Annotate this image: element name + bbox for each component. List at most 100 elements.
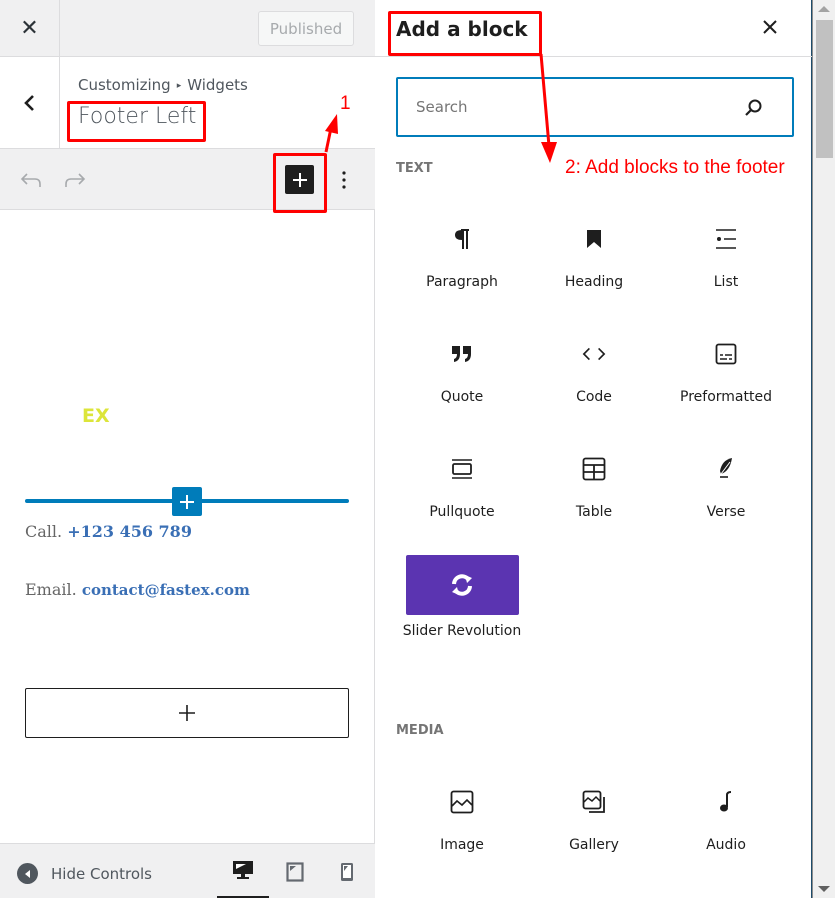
redo-button[interactable] [62, 167, 88, 193]
block-inserter-panel: Add a block TEXT Paragraph Heading List … [375, 0, 812, 898]
code-icon [582, 342, 606, 366]
block-label: List [713, 274, 739, 290]
breadcrumb: Customizing ▸ Widgets [78, 76, 248, 94]
close-inserter-button[interactable] [757, 14, 783, 40]
tablet-icon [286, 861, 304, 882]
block-label: Heading [564, 274, 624, 290]
insertion-point-add-button[interactable] [172, 487, 202, 516]
back-button[interactable] [0, 57, 60, 149]
paragraph-icon [450, 227, 474, 251]
pullquote-icon [450, 457, 474, 481]
search-input[interactable] [416, 93, 716, 121]
device-mobile-button[interactable] [321, 844, 373, 898]
feather-icon [714, 457, 738, 481]
gallery-icon [582, 790, 606, 814]
block-paragraph[interactable]: Paragraph [396, 210, 528, 325]
block-label: Image [440, 837, 484, 853]
customizer-panel: ✕ Published Customizing ▸ Widgets Footer L… [0, 0, 375, 898]
category-heading-media: MEDIA [396, 723, 444, 738]
block-code[interactable]: Code [528, 325, 660, 440]
close-customizer-button[interactable]: ✕ [0, 0, 60, 57]
breadcrumb-item: Customizing [78, 76, 171, 94]
undo-icon [20, 173, 41, 187]
block-audio[interactable]: Audio [660, 773, 792, 888]
media-blocks-grid: Image Gallery Audio [396, 773, 794, 888]
options-button[interactable] [333, 166, 355, 194]
phone-link[interactable]: +123 456 789 [67, 522, 192, 541]
scroll-down-arrow-icon[interactable] [818, 886, 830, 892]
block-toolbar [0, 149, 375, 210]
block-label: Quote [440, 389, 484, 405]
block-slider-revolution[interactable]: Slider Revolution [396, 555, 528, 670]
customizer-header: ✕ Published [0, 0, 375, 57]
block-label: Table [575, 504, 613, 520]
block-inserter-toggle[interactable] [285, 165, 314, 194]
audio-icon [714, 790, 738, 814]
email-label: Email. [25, 580, 77, 599]
annotation-step-1: 1 [340, 93, 351, 114]
widget-canvas: EX Call. +123 456 789 Email. contact@fas… [0, 210, 374, 843]
category-heading-text: TEXT [396, 161, 433, 176]
block-label: Paragraph [426, 274, 498, 290]
device-tablet-button[interactable] [269, 844, 321, 898]
block-label: Code [576, 389, 612, 405]
block-label: Preformatted [680, 389, 772, 405]
block-list[interactable]: List [660, 210, 792, 325]
block-label: Verse [706, 504, 746, 520]
block-label: Pullquote [429, 504, 495, 520]
block-label: Gallery [569, 837, 619, 853]
block-image[interactable]: Image [396, 773, 528, 888]
block-pullquote[interactable]: Pullquote [396, 440, 528, 555]
hide-controls-button[interactable]: Hide Controls [17, 863, 152, 884]
call-label: Call. [25, 522, 63, 541]
preformatted-icon [714, 342, 738, 366]
breadcrumb-separator: ▸ [176, 81, 182, 91]
close-icon [763, 20, 777, 34]
add-block-button[interactable] [25, 688, 349, 738]
refresh-icon [405, 555, 519, 615]
redo-icon [65, 173, 86, 187]
block-quote[interactable]: Quote [396, 325, 528, 440]
customizer-footer: Hide Controls [0, 843, 375, 898]
call-paragraph: Call. +123 456 789 [25, 522, 192, 541]
block-table[interactable]: Table [528, 440, 660, 555]
plus-icon [179, 705, 195, 721]
image-icon [450, 790, 474, 814]
block-search [396, 77, 794, 137]
quote-icon [450, 342, 474, 366]
search-icon [742, 96, 766, 120]
scrollbar[interactable] [812, 0, 835, 898]
published-button[interactable]: Published [258, 11, 354, 46]
scrollbar-thumb[interactable] [816, 20, 833, 158]
block-heading[interactable]: Heading [528, 210, 660, 325]
close-icon: ✕ [20, 16, 39, 41]
mobile-icon [341, 862, 353, 881]
section-title: Footer Left [78, 104, 197, 129]
table-icon [582, 457, 606, 481]
inserter-header: Add a block [375, 0, 812, 57]
chevron-left-icon [23, 95, 34, 111]
plus-icon [292, 172, 307, 187]
block-label: Slider Revolution [402, 623, 522, 639]
block-gallery[interactable]: Gallery [528, 773, 660, 888]
desktop-icon [233, 861, 253, 879]
collapse-icon [17, 863, 38, 884]
text-blocks-grid: Paragraph Heading List Quote Code Prefor… [396, 210, 794, 670]
more-vertical-icon [342, 171, 346, 189]
scroll-up-arrow-icon[interactable] [818, 6, 830, 12]
plus-icon [180, 494, 194, 509]
bookmark-icon [582, 227, 606, 251]
annotation-step-2: 2: Add blocks to the footer [565, 157, 785, 178]
block-verse[interactable]: Verse [660, 440, 792, 555]
breadcrumb-item: Widgets [187, 76, 248, 94]
site-logo: EX [82, 405, 110, 427]
section-header: Customizing ▸ Widgets Footer Left [0, 57, 375, 149]
email-link[interactable]: contact@fastex.com [82, 581, 250, 599]
list-icon [714, 227, 738, 251]
undo-button[interactable] [18, 167, 44, 193]
email-paragraph: Email. contact@fastex.com [25, 580, 250, 599]
block-preformatted[interactable]: Preformatted [660, 325, 792, 440]
inserter-title: Add a block [396, 17, 528, 41]
hide-controls-label: Hide Controls [51, 864, 153, 883]
device-desktop-button[interactable] [217, 844, 269, 898]
